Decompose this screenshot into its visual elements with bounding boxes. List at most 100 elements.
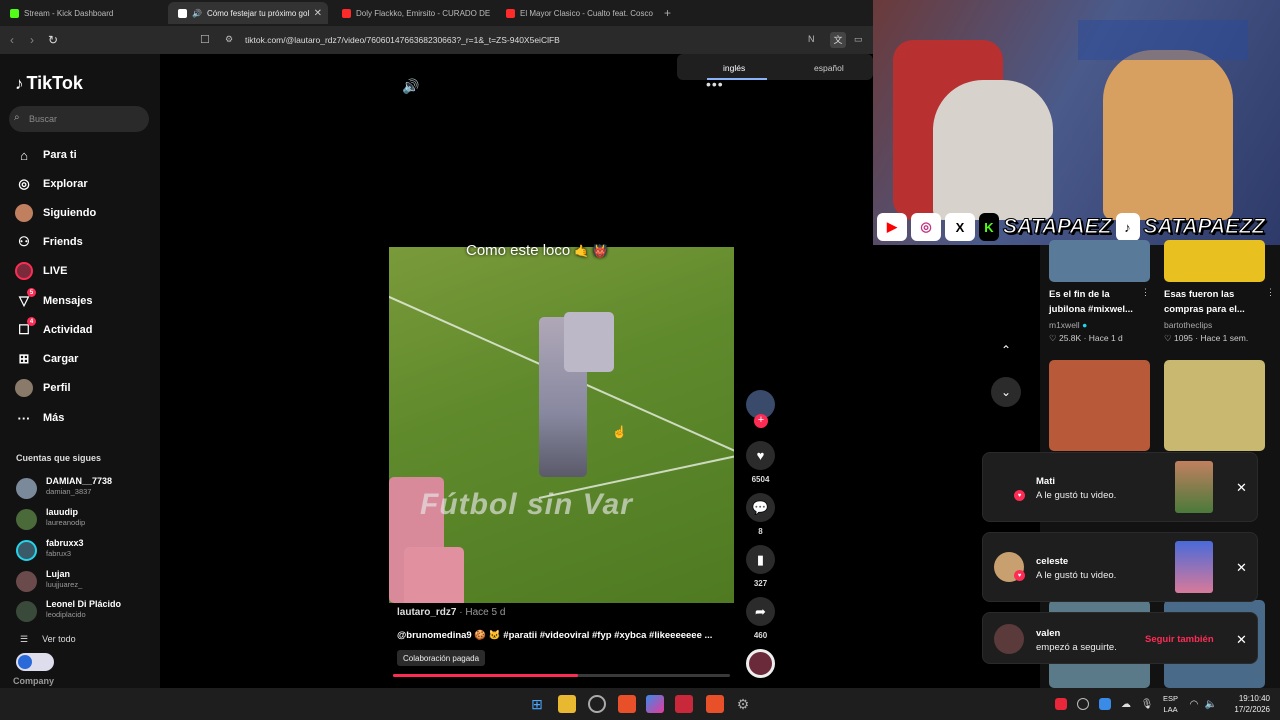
brave-icon[interactable]	[706, 695, 724, 713]
nav-label: LIVE	[43, 265, 68, 277]
nav-mensajes[interactable]: ▽ 5 Mensajes	[15, 288, 93, 311]
new-tab-button[interactable]: +	[664, 6, 671, 20]
author-name: lautaro_rdz7	[397, 607, 457, 618]
notification-toast[interactable]: ♥ Mati A le gustó tu video. ✕	[982, 452, 1258, 522]
tiktok-logo[interactable]: ♪ TikTok	[15, 73, 83, 94]
company-link[interactable]: Company	[13, 676, 54, 686]
site-info-icon[interactable]: ⚙	[225, 34, 233, 45]
prev-video-button[interactable]: ⌃	[991, 335, 1021, 365]
reload-icon[interactable]: ↻	[48, 33, 58, 47]
tab-kick-dashboard[interactable]: Stream - Kick Dashboard	[0, 2, 165, 24]
see-all-label: Ver todo	[42, 634, 76, 644]
close-tab-icon[interactable]: ✕	[314, 8, 322, 19]
video-thumbnail[interactable]	[1164, 360, 1265, 451]
nav-para-ti[interactable]: ⌂ Para ti	[15, 145, 77, 165]
video-thumbnail[interactable]	[1049, 240, 1150, 282]
video-author[interactable]: lautaro_rdz7 · Hace 5 d	[397, 607, 505, 618]
account-name: Lujan	[46, 569, 70, 579]
video-author[interactable]: m1xwell ●	[1049, 320, 1087, 330]
follow-plus-icon[interactable]: +	[754, 414, 768, 428]
tab-youtube-2[interactable]: El Mayor Clasico - Cualto feat. Cosco	[496, 2, 656, 24]
sound-disc[interactable]	[746, 649, 775, 678]
bookmark-icon[interactable]: ☐	[200, 33, 210, 46]
close-icon[interactable]: ✕	[1236, 560, 1247, 576]
follow-back-button[interactable]: Seguir también	[1145, 634, 1214, 645]
network-icon[interactable]: ☁	[1120, 698, 1132, 710]
forward-icon[interactable]: ›	[30, 33, 34, 47]
tray-app-icon[interactable]	[1099, 698, 1111, 710]
following-account[interactable]: lauudip laureanodip	[16, 507, 156, 531]
post-time: Hace 1 d	[1088, 333, 1123, 343]
nav-label: Actividad	[43, 324, 93, 336]
language-indicator[interactable]: ESP LAA	[1163, 693, 1178, 715]
profile-icon	[15, 379, 33, 397]
microphone-icon[interactable]: 🎙	[1141, 698, 1154, 710]
volume-icon[interactable]: 🔊	[402, 78, 419, 95]
video-progress-bar[interactable]	[393, 674, 730, 677]
following-account[interactable]: Leonel Di Plácido leodiplacido	[16, 599, 156, 623]
extension-toggle[interactable]	[16, 653, 54, 671]
app-icon[interactable]	[675, 695, 693, 713]
video-thumbnail[interactable]	[1049, 360, 1150, 451]
video-title[interactable]: Es el fin de la jubilona #mixwel...	[1049, 287, 1144, 317]
more-options-icon[interactable]: •••	[706, 76, 724, 92]
video-author[interactable]: bartotheclips	[1164, 320, 1212, 330]
next-video-button[interactable]: ⌄	[991, 377, 1021, 407]
notification-toast[interactable]: ♥ celeste A le gustó tu video. ✕	[982, 532, 1258, 602]
share-icon: ➦	[746, 597, 775, 626]
nav-actividad[interactable]: ☐ 4 Actividad	[15, 317, 93, 340]
nav-mas[interactable]: ··· Más	[15, 408, 65, 428]
video-thumbnail[interactable]	[1164, 240, 1265, 282]
comment-button[interactable]: 💬 8	[746, 493, 775, 536]
video-player[interactable]	[389, 247, 734, 603]
back-icon[interactable]: ‹	[10, 33, 14, 47]
stream-handle: SATAPAEZZ	[1143, 215, 1265, 239]
more-options-icon[interactable]: ⋮	[1266, 287, 1275, 298]
live-icon	[15, 262, 33, 280]
volume-icon[interactable]: 🔈	[1205, 698, 1217, 710]
close-icon[interactable]: ✕	[1236, 632, 1247, 648]
tab-tiktok[interactable]: 🔊 Cómo festejar tu próximo gol ✕	[168, 2, 328, 24]
notification-toast[interactable]: valen empezó a seguirte. Seguir también …	[982, 612, 1258, 664]
reader-icon[interactable]: N	[808, 34, 815, 44]
following-account[interactable]: Lujan luujjuarez_	[16, 569, 156, 593]
activity-badge: 4	[27, 317, 36, 326]
settings-icon[interactable]: ⚙	[734, 695, 752, 713]
nav-explorar[interactable]: ◎ Explorar	[15, 174, 87, 194]
creator-avatar[interactable]: +	[746, 390, 775, 428]
brave-icon[interactable]	[618, 695, 636, 713]
url-field[interactable]: ☐ ⚙ tiktok.com/@lautaro_rdz7/video/76060…	[190, 30, 875, 50]
nav-perfil[interactable]: Perfil	[15, 378, 71, 398]
translate-icon[interactable]: 文	[830, 32, 846, 48]
tab-youtube-1[interactable]: Doly Flackko, Emirsito - CURADO DE	[332, 2, 492, 24]
search-input[interactable]: ⌕ Buscar	[9, 106, 149, 132]
url-text[interactable]: tiktok.com/@lautaro_rdz7/video/760601476…	[245, 35, 560, 45]
wifi-icon[interactable]: ◠	[1188, 698, 1200, 710]
following-account[interactable]: fabruxx3 fabrux3	[16, 538, 156, 562]
nav-siguiendo[interactable]: Siguiendo	[15, 203, 96, 223]
nav-cargar[interactable]: ⊞ Cargar	[15, 349, 79, 369]
tiktok-favicon-icon	[178, 8, 187, 18]
following-account[interactable]: DAMIAN__7738 damian_3837	[16, 476, 156, 500]
window-icon[interactable]: ▭	[854, 34, 863, 45]
close-icon[interactable]: ✕	[1236, 480, 1247, 496]
tray-app-icon[interactable]	[1055, 698, 1067, 710]
windows-start-icon[interactable]: ⊞	[528, 695, 546, 713]
nav-live[interactable]: LIVE	[15, 261, 67, 281]
more-options-icon[interactable]: ⋮	[1141, 287, 1150, 298]
obs-icon[interactable]	[588, 695, 606, 713]
tray-app-icon[interactable]	[1077, 698, 1089, 710]
system-clock[interactable]: 19:10:40 17/2/2026	[1225, 693, 1270, 715]
like-button[interactable]: ♥ 6504	[746, 441, 775, 484]
share-button[interactable]: ➦ 460	[746, 597, 775, 640]
save-button[interactable]: ▮ 327	[746, 545, 775, 588]
copilot-icon[interactable]	[646, 695, 664, 713]
translate-lang-spanish[interactable]: español	[814, 63, 844, 73]
translate-lang-english[interactable]: inglés	[723, 63, 745, 73]
see-all-button[interactable]: ☰ Ver todo	[20, 634, 76, 645]
video-description[interactable]: @brunomedina9 🍪 🐱 #paratii #videoviral #…	[397, 630, 712, 641]
file-explorer-icon[interactable]	[558, 695, 576, 713]
nav-friends[interactable]: ⚇ Friends	[15, 232, 83, 252]
video-title[interactable]: Esas fueron las compras para el...	[1164, 287, 1264, 317]
account-handle: laureanodip	[46, 518, 86, 527]
